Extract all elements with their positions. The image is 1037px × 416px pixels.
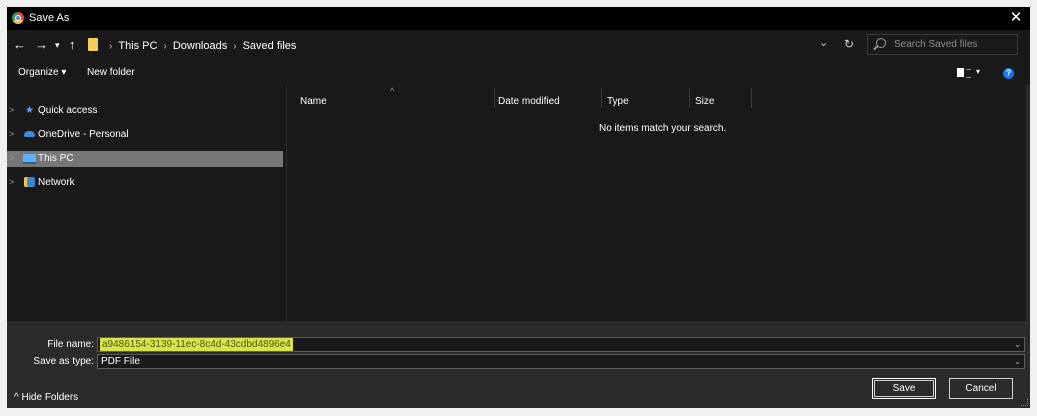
folder-icon <box>88 38 98 51</box>
up-arrow-icon[interactable]: ↑ <box>69 37 76 53</box>
organize-button[interactable]: Organize ▾ <box>18 67 66 78</box>
command-toolbar: Organize ▾ New folder ▾ ? <box>7 60 1030 85</box>
network-icon <box>24 177 35 187</box>
breadcrumb-separator: › <box>233 40 237 52</box>
recent-locations-chevron-icon[interactable]: ▾ <box>55 37 60 53</box>
search-input[interactable] <box>894 37 1012 52</box>
expand-chevron-icon[interactable]: > <box>9 105 14 115</box>
sidebar-item-onedrive[interactable]: > OneDrive - Personal <box>7 127 283 143</box>
column-divider[interactable] <box>689 88 690 108</box>
address-bar-row: ← → ▾ ↑ › This PC › Downloads › Saved fi… <box>7 30 1030 60</box>
cancel-button[interactable]: Cancel <box>949 378 1013 399</box>
file-list: ^ Name Date modified Type Size No items … <box>287 85 1030 321</box>
empty-list-message: No items match your search. <box>599 123 727 134</box>
sort-ascending-icon: ^ <box>390 86 395 96</box>
navigation-pane: > ★ Quick access > OneDrive - Personal >… <box>7 85 287 321</box>
save-as-type-select[interactable]: PDF File ⌄ <box>97 354 1025 369</box>
hide-folders-button[interactable]: ^ Hide Folders <box>14 392 78 403</box>
sidebar-item-label: OneDrive - Personal <box>38 129 129 140</box>
sidebar-item-label: Network <box>38 177 75 188</box>
breadcrumb-downloads[interactable]: Downloads <box>173 40 227 52</box>
close-button[interactable]: ✕ <box>1002 7 1030 30</box>
expand-chevron-icon[interactable]: > <box>9 153 14 163</box>
sidebar-item-network[interactable]: > Network <box>7 175 283 191</box>
resize-grip-icon[interactable] <box>1021 399 1028 406</box>
save-as-type-value: PDF File <box>101 356 140 367</box>
file-name-label: File name: <box>47 339 94 350</box>
save-button[interactable]: Save <box>872 378 936 399</box>
save-as-dialog: Save As ✕ ← → ▾ ↑ › This PC › Downloads … <box>7 7 1030 408</box>
expand-chevron-icon[interactable]: > <box>9 177 14 187</box>
computer-icon <box>23 154 36 164</box>
save-as-type-label: Save as type: <box>33 356 94 367</box>
sidebar-item-label: This PC <box>38 153 74 164</box>
view-options-chevron-icon[interactable]: ▾ <box>976 67 980 76</box>
sidebar-item-label: Quick access <box>38 105 98 116</box>
column-header-type[interactable]: Type <box>607 96 629 107</box>
cloud-icon <box>24 131 35 137</box>
sidebar-item-this-pc[interactable]: > This PC <box>7 151 283 167</box>
back-arrow-icon[interactable]: ← <box>13 37 26 53</box>
column-header-date-modified[interactable]: Date modified <box>498 96 560 107</box>
chrome-app-icon <box>12 12 24 24</box>
file-name-value[interactable]: a9486154-3139-11ec-8c4d-43cdbd4896e4 <box>100 338 293 351</box>
star-icon: ★ <box>25 105 34 116</box>
column-header-size[interactable]: Size <box>695 96 714 107</box>
breadcrumb-separator: › <box>109 40 113 52</box>
view-options-icon[interactable] <box>957 68 971 78</box>
address-dropdown-chevron-icon[interactable]: ⌄ <box>819 36 828 49</box>
search-icon <box>876 38 886 48</box>
file-name-dropdown-chevron-icon[interactable]: ⌄ <box>1014 338 1021 351</box>
save-as-type-chevron-icon[interactable]: ⌄ <box>1014 355 1021 368</box>
column-divider[interactable] <box>601 88 602 108</box>
breadcrumb-separator: › <box>163 40 167 52</box>
sidebar-item-quick-access[interactable]: > ★ Quick access <box>7 103 283 119</box>
column-divider[interactable] <box>751 88 752 108</box>
breadcrumb-saved-files[interactable]: Saved files <box>243 40 297 52</box>
breadcrumb-this-pc[interactable]: This PC <box>118 40 157 52</box>
refresh-icon[interactable]: ↻ <box>844 37 854 51</box>
file-name-field[interactable]: a9486154-3139-11ec-8c4d-43cdbd4896e4 ⌄ <box>97 337 1025 352</box>
column-header-name[interactable]: Name <box>300 96 327 107</box>
help-icon[interactable]: ? <box>1003 68 1014 79</box>
title-bar: Save As ✕ <box>7 7 1030 30</box>
search-box <box>867 34 1018 55</box>
breadcrumb: › This PC › Downloads › Saved files <box>103 38 296 54</box>
column-divider[interactable] <box>494 88 495 108</box>
expand-chevron-icon[interactable]: > <box>9 129 14 139</box>
vertical-scrollbar[interactable] <box>1026 85 1030 321</box>
save-options-panel: File name: a9486154-3139-11ec-8c4d-43cdb… <box>7 321 1030 408</box>
new-folder-button[interactable]: New folder <box>87 67 135 78</box>
dialog-title: Save As <box>29 12 70 24</box>
forward-arrow-icon[interactable]: → <box>35 37 48 53</box>
